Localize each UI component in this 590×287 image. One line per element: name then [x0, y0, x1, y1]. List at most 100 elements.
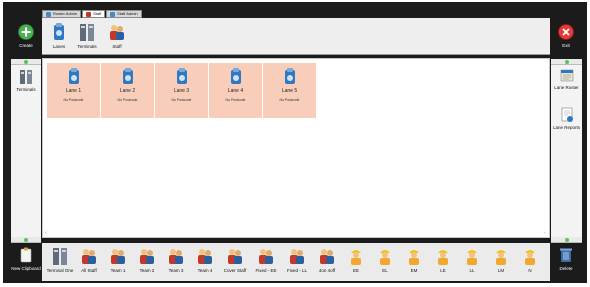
lane-icon [284, 68, 295, 84]
sidebar-item-label: Lane Roster [554, 85, 579, 90]
clipboard-item-em[interactable]: EM [400, 246, 428, 273]
trash-icon [560, 248, 572, 262]
status-dot-icon [24, 60, 28, 64]
tab-roster-admin[interactable]: Roster Admin [42, 10, 82, 18]
clipboard-item-fixed-ee[interactable]: Fixed - EE [251, 246, 281, 273]
staff-icon [111, 249, 125, 264]
staff-icon [110, 25, 124, 40]
right-sidebar-header [551, 59, 582, 65]
clipboard-item-label: Team 3 [168, 268, 184, 273]
clipboard-icon [20, 247, 32, 263]
lane-icon [54, 23, 64, 40]
delete-label: Delete [559, 266, 573, 271]
clipboard-item-ll[interactable]: LL [458, 246, 486, 273]
lane-postcode: No Postcode [63, 98, 84, 102]
left-sidebar: Terminals [11, 59, 41, 243]
lane-icon [68, 68, 79, 84]
create-button[interactable]: Create [11, 24, 41, 48]
staff-tab-icon [86, 11, 92, 17]
exit-button[interactable]: Exit [551, 24, 581, 48]
create-label: Create [19, 43, 33, 48]
clipboard-item-team-1[interactable]: Team 1 [104, 246, 132, 273]
clipboard-item-label: Fixed - EE [255, 268, 277, 273]
clipboard-item-label: Terminal One [46, 268, 74, 273]
worker-icon [409, 250, 419, 265]
right-sidebar: Lane Roster Lane Reports [551, 59, 582, 243]
clipboard-item-lm[interactable]: LM [487, 246, 515, 273]
lane-card[interactable]: Lane 1 No Postcode [47, 63, 100, 118]
clipboard-item-n[interactable]: N [516, 246, 544, 273]
staff-icon [169, 249, 183, 264]
staff-icon [82, 249, 96, 264]
lanes-panel: Lane 1 No Postcode Lane 2 No Postcode La… [42, 58, 550, 238]
worker-icon [496, 250, 506, 265]
clipboard-item-label: EE [352, 268, 359, 273]
clipboard-item-el[interactable]: EL [371, 246, 399, 273]
lane-card[interactable]: Lane 4 No Postcode [209, 63, 262, 118]
scroll-right-icon[interactable]: › [543, 230, 545, 236]
sidebar-item-lane-roster[interactable]: Lane Roster [551, 67, 582, 90]
lane-card[interactable]: Lane 5 No Postcode [263, 63, 316, 118]
exit-label: Exit [562, 43, 570, 48]
toolbar-label: Terminals [77, 44, 97, 49]
new-clipboard-label: New Clipboard [11, 266, 41, 271]
lane-icon [176, 68, 187, 84]
lane-postcode: No Postcode [225, 98, 246, 102]
sidebar-item-label: Lane Reports [552, 125, 581, 130]
lane-card[interactable]: Lane 2 No Postcode [101, 63, 154, 118]
toolbar-label: Lanes [52, 44, 66, 49]
lane-icon [230, 68, 241, 84]
toolbar-staff-button[interactable]: Staff [104, 22, 130, 52]
right-sidebar-footer [551, 237, 582, 243]
lane-title: Lane 1 [65, 88, 82, 94]
lane-icon [122, 68, 133, 84]
staff-icon [290, 249, 304, 264]
toolbar-lanes-button[interactable]: Lanes [46, 22, 72, 52]
clipboard-item-label: 4on 4off [318, 268, 336, 273]
clipboard-item-fixed-ll[interactable]: Fixed - LL [282, 246, 312, 273]
status-dot-icon [564, 60, 569, 64]
clipboard-item-label: EM [410, 268, 418, 273]
lane-title: Lane 3 [173, 88, 190, 94]
lane-postcode: No Postcode [279, 98, 300, 102]
tab-staff-admin[interactable]: Staff Admin [106, 10, 142, 18]
clipboard-item-all-staff[interactable]: All Staff [75, 246, 103, 273]
new-clipboard-button[interactable]: New Clipboard [11, 247, 41, 271]
tab-strip: Roster Admin Staff Staff Admin [42, 10, 142, 18]
lane-card[interactable]: Lane 3 No Postcode [155, 63, 208, 118]
tab-staff[interactable]: Staff [82, 10, 106, 18]
clipboard-item-label: Cover Staff [223, 268, 247, 273]
tab-label: Staff [93, 11, 102, 16]
clipboard-item-label: Team 1 [110, 268, 126, 273]
lane-title: Lane 4 [227, 88, 244, 94]
sidebar-item-terminals[interactable]: Terminals [11, 69, 41, 92]
clipboard-item-team-2[interactable]: Team 2 [133, 246, 161, 273]
worker-icon [380, 250, 390, 265]
toolbar-terminals-button[interactable]: Terminals [74, 22, 100, 52]
clipboard-item-terminal-one[interactable]: Terminal One [46, 246, 74, 273]
admin-tab-icon [110, 11, 116, 17]
clipboard-item-team-3[interactable]: Team 3 [162, 246, 190, 273]
clipboard-item-cover-staff[interactable]: Cover Staff [220, 246, 250, 273]
clipboard-item-4on-4off[interactable]: 4on 4off [313, 246, 341, 273]
delete-button[interactable]: Delete [551, 247, 581, 271]
worker-icon [525, 250, 535, 265]
tab-label: Staff Admin [117, 11, 138, 16]
clipboard-item-le[interactable]: LE [429, 246, 457, 273]
clipboard-item-label: N [528, 268, 532, 273]
toolbar-label: Staff [112, 44, 122, 49]
clipboard-item-label: LL [469, 268, 475, 273]
clipboard-item-label: LM [497, 268, 505, 273]
lane-postcode: No Postcode [117, 98, 138, 102]
staff-icon [259, 249, 273, 264]
worker-icon [438, 250, 448, 265]
scroll-left-icon[interactable]: ‹ [45, 230, 47, 236]
lane-list: Lane 1 No Postcode Lane 2 No Postcode La… [47, 63, 316, 118]
clipboard-item-team-4[interactable]: Team 4 [191, 246, 219, 273]
lane-title: Lane 5 [281, 88, 298, 94]
clipboard-item-ee[interactable]: EE [342, 246, 370, 273]
roster-icon [560, 69, 573, 82]
plus-icon [18, 24, 34, 40]
terminal-icon [20, 70, 32, 84]
sidebar-item-lane-reports[interactable]: Lane Reports [551, 107, 582, 130]
